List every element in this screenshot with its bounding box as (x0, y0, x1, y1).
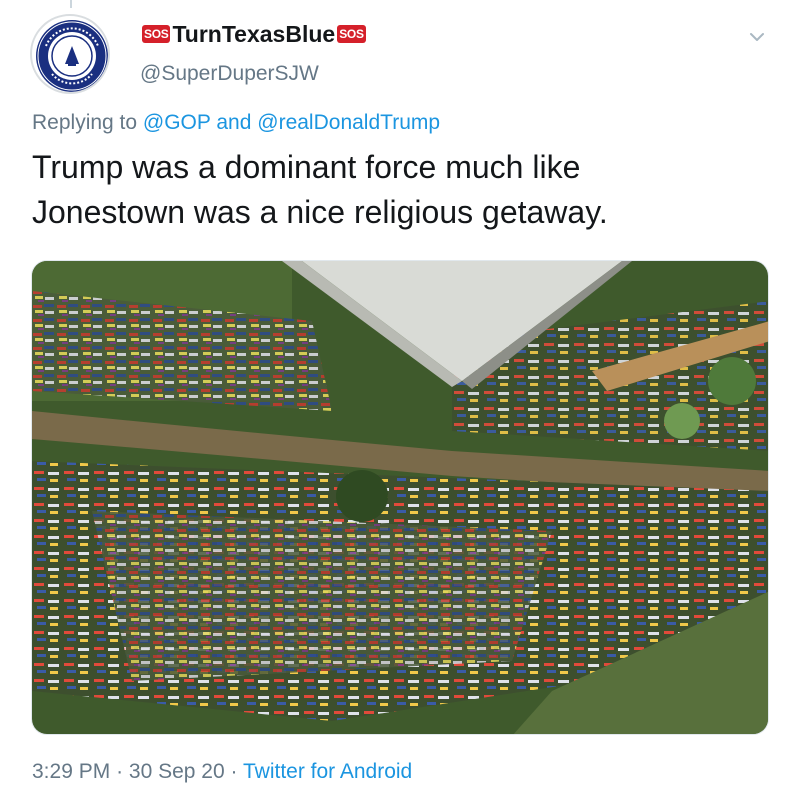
union-seal-logo (36, 20, 108, 92)
tweet-text-line-1: Trump was a dominant force much like (32, 149, 581, 185)
avatar[interactable] (30, 14, 110, 94)
tweet-meta: 3:29 PM · 30 Sep 20 · Twitter for Androi… (32, 760, 412, 784)
reply-and: and (216, 111, 252, 134)
chevron-down-icon[interactable] (744, 24, 770, 50)
tweet-date[interactable]: 30 Sep 20 (129, 760, 225, 783)
user-handle[interactable]: @SuperDuperSJW (140, 62, 368, 86)
display-name[interactable]: SOS TurnTexasBlue SOS (140, 20, 368, 48)
tweet-text: Trump was a dominant force much like Jon… (32, 145, 772, 235)
thread-line (70, 0, 72, 8)
author-names[interactable]: SOS TurnTexasBlue SOS @SuperDuperSJW (140, 20, 368, 86)
meta-separator-2: · (230, 760, 238, 783)
tweet-photo[interactable] (31, 260, 769, 735)
tweet-header: SOS TurnTexasBlue SOS @SuperDuperSJW (30, 14, 770, 94)
reply-context: Replying to @GOP and @realDonaldTrump (32, 111, 440, 135)
aerial-photo (32, 261, 768, 734)
mention-link-realdonaldtrump[interactable]: @realDonaldTrump (257, 111, 440, 134)
tweet-time[interactable]: 3:29 PM (32, 760, 110, 783)
reply-prefix: Replying to (32, 111, 138, 134)
mention-link-gop[interactable]: @GOP (143, 111, 211, 134)
tweet-text-line-2: Jonestown was a nice religious getaway. (32, 194, 608, 230)
display-name-text: TurnTexasBlue (172, 20, 336, 47)
tweet-source-link[interactable]: Twitter for Android (243, 760, 412, 783)
meta-separator-1: · (116, 760, 124, 783)
sos-badge-right: SOS (337, 25, 366, 43)
sos-badge-left: SOS (142, 25, 171, 43)
